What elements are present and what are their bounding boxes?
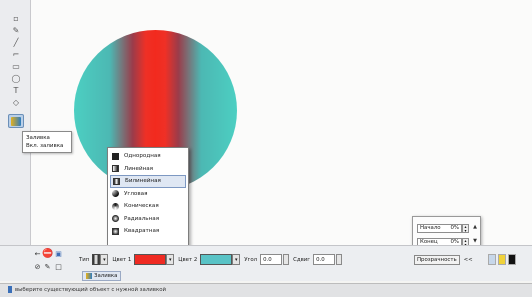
fill-tool-button[interactable] xyxy=(8,114,24,128)
collapse-button[interactable]: << xyxy=(464,257,473,263)
menu-item-label: Коническая xyxy=(124,203,159,210)
text-tool-icon[interactable]: T xyxy=(10,86,22,96)
angle-spinner[interactable] xyxy=(283,254,290,265)
pen-tool-icon[interactable]: ✎ xyxy=(10,26,22,36)
menu-item-conical[interactable]: Коническая xyxy=(110,200,186,213)
line-tool-icon[interactable]: ╱ xyxy=(10,38,22,48)
select-tool-icon[interactable]: ▫ xyxy=(10,14,22,24)
polyline-tool-icon[interactable]: ⌐ xyxy=(10,50,22,60)
paint-bucket-icon xyxy=(11,117,21,126)
bilinear-fill-icon xyxy=(113,177,120,185)
menu-item-square[interactable]: Квадратная xyxy=(110,225,186,238)
pen-icon[interactable]: ✎ xyxy=(42,262,53,272)
color1-label: Цвет 1 xyxy=(112,256,132,263)
triangle-up-icon[interactable]: ▲ xyxy=(473,224,477,230)
yellow-swatch-icon[interactable] xyxy=(498,254,506,265)
property-bar-extra-icons xyxy=(488,254,516,265)
shift-spinner[interactable] xyxy=(336,254,343,265)
menu-item-label: Билинейная xyxy=(125,178,161,185)
triangle-down-icon[interactable]: ▼ xyxy=(473,238,477,244)
corner-fill-icon xyxy=(112,190,119,198)
fill-type-swatch[interactable] xyxy=(92,254,101,265)
angle-input[interactable]: 0.0 xyxy=(260,254,283,265)
angle-label: Угол xyxy=(244,256,258,263)
fill-tab-icon xyxy=(86,273,92,279)
transparency-start-label: Начало xyxy=(420,225,441,231)
menu-item-label: Радиальная xyxy=(124,215,160,222)
linear-fill-icon xyxy=(112,165,119,173)
left-toolbar: ▫ ✎ ╱ ⌐ ▭ ◯ T ◇ xyxy=(0,0,31,245)
ellipse-tool-icon[interactable]: ◯ xyxy=(10,74,22,84)
transparency-start-row: Начало 0% ▴ ▾ xyxy=(417,223,475,233)
tooltip-title: Заливка xyxy=(26,135,50,141)
type-label: Тип xyxy=(79,256,90,263)
status-text: выберите существующий объект с нужной за… xyxy=(15,287,167,293)
shift-input[interactable]: 0.0 xyxy=(313,254,336,265)
copy-fill-icon[interactable]: ▣ xyxy=(53,249,64,259)
shape-tool-icon[interactable]: ◇ xyxy=(10,98,22,108)
rectangle-tool-icon[interactable]: ▭ xyxy=(10,62,22,72)
transparency-start-value: 0% xyxy=(450,225,459,231)
radial-fill-icon xyxy=(112,215,119,223)
menu-item-corner[interactable]: Угловая xyxy=(110,188,186,201)
menu-item-uniform[interactable]: Однородная xyxy=(110,150,186,163)
menu-item-label: Линейная xyxy=(124,165,154,172)
square-fill-icon xyxy=(112,227,119,235)
blue-swatch-icon[interactable] xyxy=(488,254,496,265)
object-tab[interactable]: Заливка xyxy=(82,271,122,281)
color2-label: Цвет 2 xyxy=(178,256,198,263)
transparency-start-field[interactable]: Начало 0% xyxy=(417,223,462,233)
color2-dropdown[interactable]: ▾ xyxy=(232,254,241,265)
menu-item-label: Однородная xyxy=(124,153,161,160)
menu-item-linear[interactable]: Линейная xyxy=(110,163,186,176)
property-bar-mini-tools: ← ⛔ ▣ ⊘ ✎ □ xyxy=(32,248,76,280)
transparency-start-spinner[interactable]: ▴ ▾ xyxy=(462,223,469,233)
status-icon xyxy=(8,286,12,293)
transparency-button[interactable]: Прозрачность xyxy=(414,255,460,265)
tooltip-subtitle: Вкл. заливка xyxy=(26,143,64,149)
fill-tooltip: Заливка Вкл. заливка xyxy=(22,131,72,153)
menu-item-label: Квадратная xyxy=(124,228,160,235)
menu-item-bilinear[interactable]: Билинейная xyxy=(110,175,186,188)
property-bar: ← ⛔ ▣ ⊘ ✎ □ Тип ▾ Цвет 1 ▾ Цвет 2 ▾ Угол… xyxy=(0,245,532,281)
fill-properties: Тип ▾ Цвет 1 ▾ Цвет 2 ▾ Угол 0.0 Сдвиг 0… xyxy=(79,253,414,266)
blank-icon[interactable]: □ xyxy=(53,262,64,272)
black-swatch-icon[interactable] xyxy=(508,254,516,265)
shift-label: Сдвиг xyxy=(293,256,311,263)
stop-icon[interactable]: ⛔ xyxy=(42,249,53,259)
fill-type-menu: Однородная Линейная Билинейная Угловая К… xyxy=(107,147,189,252)
color1-swatch[interactable] xyxy=(134,254,167,265)
transparency-controls: Прозрачность << xyxy=(414,255,473,265)
menu-item-label: Угловая xyxy=(124,190,148,197)
fill-type-dropdown[interactable]: ▾ xyxy=(100,254,109,265)
status-bar: выберите существующий объект с нужной за… xyxy=(0,283,532,297)
drawing-canvas[interactable]: ▫ ✎ ╱ ⌐ ▭ ◯ T ◇ Заливка Вкл. заливка Одн… xyxy=(0,0,532,252)
conical-fill-icon xyxy=(112,202,119,210)
menu-item-radial[interactable]: Радиальная xyxy=(110,213,186,226)
color2-swatch[interactable] xyxy=(200,254,233,265)
object-tab-label: Заливка xyxy=(94,273,118,279)
uniform-fill-icon xyxy=(112,152,119,160)
color1-dropdown[interactable]: ▾ xyxy=(166,254,175,265)
